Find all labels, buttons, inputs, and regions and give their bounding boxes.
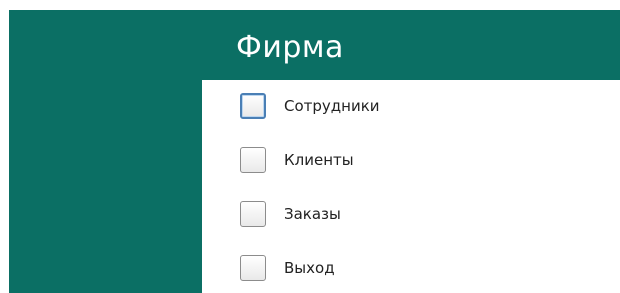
orders-button[interactable] <box>240 201 266 227</box>
menu-item-label: Выход <box>284 259 335 277</box>
menu-item-orders[interactable]: Заказы <box>240 197 600 231</box>
menu-item-label: Заказы <box>284 205 341 223</box>
menu-panel: Сотрудники Клиенты Заказы Выход <box>202 80 620 293</box>
menu-item-label: Клиенты <box>284 151 354 169</box>
page-title: Фирма <box>236 30 344 65</box>
employees-button[interactable] <box>240 93 266 119</box>
exit-button[interactable] <box>240 255 266 281</box>
menu-item-exit[interactable]: Выход <box>240 251 600 285</box>
menu-item-employees[interactable]: Сотрудники <box>240 89 600 123</box>
menu-item-clients[interactable]: Клиенты <box>240 143 600 177</box>
menu-item-label: Сотрудники <box>284 97 380 115</box>
clients-button[interactable] <box>240 147 266 173</box>
